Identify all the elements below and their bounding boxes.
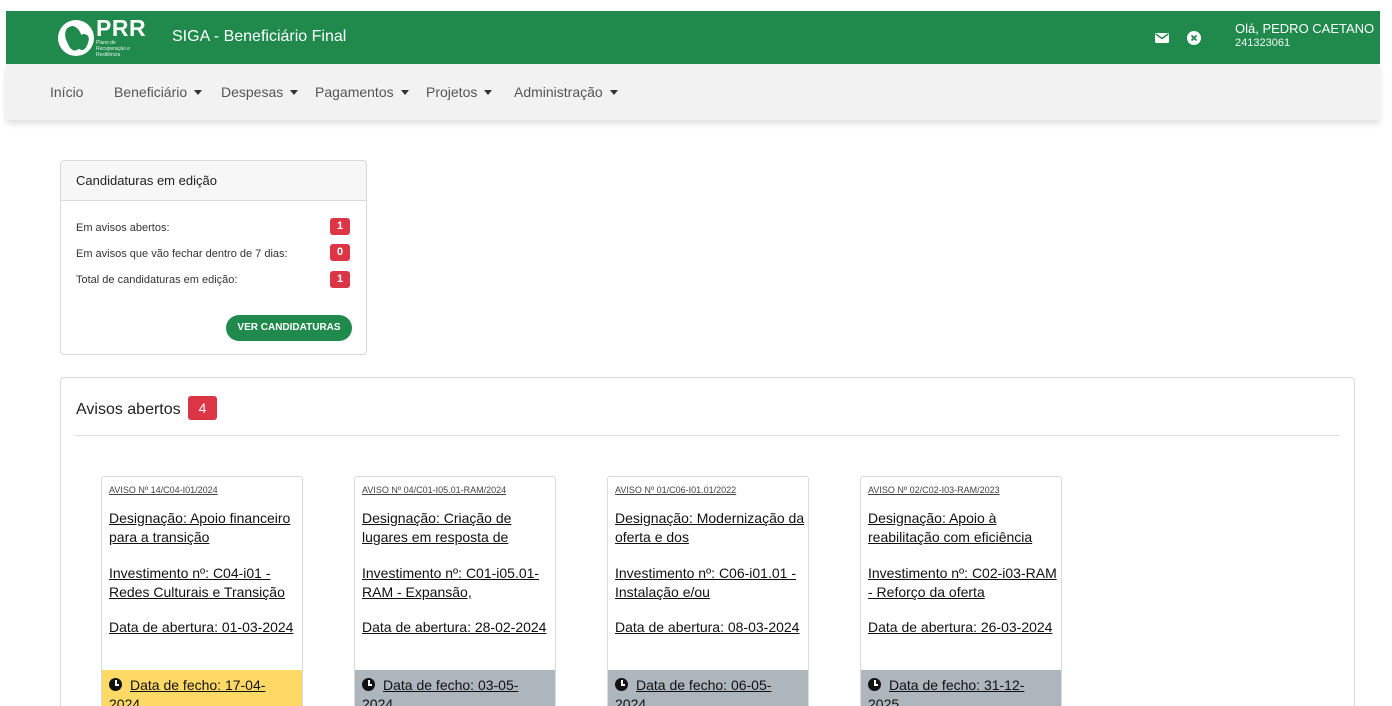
aviso-card: AVISO Nº 14/C04-I01/2024 Designação: Apo… bbox=[101, 476, 303, 706]
aviso-investimento-link[interactable]: Investimento nº: C06-i01.01 - Instalação… bbox=[615, 564, 805, 602]
avisos-title: Avisos abertos bbox=[76, 401, 181, 418]
aviso-fecho[interactable]: Data de fecho: 03-05-2024 bbox=[355, 670, 555, 706]
divider bbox=[75, 435, 1340, 436]
candidaturas-card: Candidaturas em edição Em avisos abertos… bbox=[60, 160, 367, 355]
cand-row-abertos: Em avisos abertos: bbox=[76, 222, 170, 234]
count-badge: 1 bbox=[330, 271, 350, 288]
clock-icon bbox=[615, 678, 628, 691]
cand-row-total: Total de candidaturas em edição: bbox=[76, 274, 238, 286]
aviso-designacao-link[interactable]: Designação: Apoio financeiro para a tran… bbox=[109, 509, 299, 547]
aviso-fecho[interactable]: Data de fecho: 31-12-2025 bbox=[861, 670, 1061, 706]
aviso-fecho[interactable]: Data de fecho: 17-04-2024 bbox=[102, 670, 302, 706]
caret-down-icon bbox=[400, 90, 409, 95]
aviso-card: AVISO Nº 01/C06-I01.01/2022 Designação: … bbox=[607, 476, 809, 706]
aviso-abertura-link[interactable]: Data de abertura: 26-03-2024 bbox=[868, 618, 1058, 656]
clock-icon bbox=[109, 678, 122, 691]
caret-down-icon bbox=[484, 90, 493, 95]
count-badge: 1 bbox=[330, 218, 350, 235]
aviso-fecho[interactable]: Data de fecho: 06-05-2024 bbox=[608, 670, 808, 706]
top-header: PRR Plano de Recuperação e Resiliência S… bbox=[6, 11, 1380, 64]
nav-beneficiario[interactable]: Beneficiário bbox=[114, 84, 203, 100]
nav-projetos[interactable]: Projetos bbox=[426, 84, 493, 100]
clock-icon bbox=[868, 678, 881, 691]
prr-logo[interactable]: PRR Plano de Recuperação e Resiliência bbox=[58, 17, 146, 58]
nav-inicio[interactable]: Início bbox=[50, 84, 83, 100]
aviso-investimento-link[interactable]: Investimento nº: C04-i01 - Redes Cultura… bbox=[109, 564, 299, 602]
aviso-abertura-link[interactable]: Data de abertura: 28-02-2024 bbox=[362, 618, 552, 656]
mail-icon[interactable] bbox=[1155, 32, 1169, 44]
aviso-designacao-link[interactable]: Designação: Criação de lugares em respos… bbox=[362, 509, 552, 547]
nav-despesas[interactable]: Despesas bbox=[221, 84, 299, 100]
aviso-investimento-link[interactable]: Investimento nº: C02-i03-RAM - Reforço d… bbox=[868, 564, 1058, 602]
nav-administracao[interactable]: Administração bbox=[514, 84, 618, 100]
aviso-card: AVISO Nº 02/C02-I03-RAM/2023 Designação:… bbox=[860, 476, 1062, 706]
user-menu[interactable]: Olá, PEDRO CAETANO 241323061 bbox=[1235, 22, 1374, 50]
user-greeting: Olá, PEDRO CAETANO bbox=[1235, 21, 1375, 36]
ver-candidaturas-button[interactable]: VER CANDIDATURAS bbox=[226, 315, 352, 341]
aviso-code-link[interactable]: AVISO Nº 01/C06-I01.01/2022 bbox=[615, 485, 736, 495]
logo-title: PRR bbox=[96, 15, 147, 41]
aviso-investimento-link[interactable]: Investimento nº: C01-i05.01-RAM - Expans… bbox=[362, 564, 552, 602]
caret-down-icon bbox=[609, 90, 618, 95]
aviso-code-link[interactable]: AVISO Nº 14/C04-I01/2024 bbox=[109, 485, 218, 495]
aviso-designacao-link[interactable]: Designação: Apoio à reabilitação com efi… bbox=[868, 509, 1058, 547]
caret-down-icon bbox=[290, 90, 299, 95]
close-circle-icon[interactable] bbox=[1187, 31, 1201, 45]
aviso-card: AVISO Nº 04/C01-I05.01-RAM/2024 Designaç… bbox=[354, 476, 556, 706]
aviso-abertura-link[interactable]: Data de abertura: 01-03-2024 bbox=[109, 618, 299, 656]
cand-row-fechar: Em avisos que vão fechar dentro de 7 dia… bbox=[76, 248, 288, 260]
caret-down-icon bbox=[194, 90, 203, 95]
app-title: SIGA - Beneficiário Final bbox=[172, 28, 347, 45]
count-badge: 0 bbox=[330, 244, 350, 261]
aviso-abertura-link[interactable]: Data de abertura: 08-03-2024 bbox=[615, 618, 805, 656]
avisos-card: Avisos abertos 4 AVISO Nº 14/C04-I01/202… bbox=[60, 377, 1355, 706]
user-id: 241323061 bbox=[1235, 37, 1291, 49]
main-nav: Início Beneficiário Despesas Pagamentos … bbox=[6, 64, 1380, 120]
prr-logo-icon bbox=[58, 19, 94, 56]
candidaturas-title: Candidaturas em edição bbox=[61, 161, 366, 201]
aviso-code-link[interactable]: AVISO Nº 04/C01-I05.01-RAM/2024 bbox=[362, 485, 506, 495]
aviso-designacao-link[interactable]: Designação: Modernização da oferta e dos bbox=[615, 509, 805, 547]
clock-icon bbox=[362, 678, 375, 691]
aviso-code-link[interactable]: AVISO Nº 02/C02-I03-RAM/2023 bbox=[868, 485, 1000, 495]
avisos-count-badge: 4 bbox=[188, 396, 217, 420]
nav-pagamentos[interactable]: Pagamentos bbox=[315, 84, 409, 100]
logo-subtitle: Plano de Recuperação e Resiliência bbox=[96, 40, 130, 58]
